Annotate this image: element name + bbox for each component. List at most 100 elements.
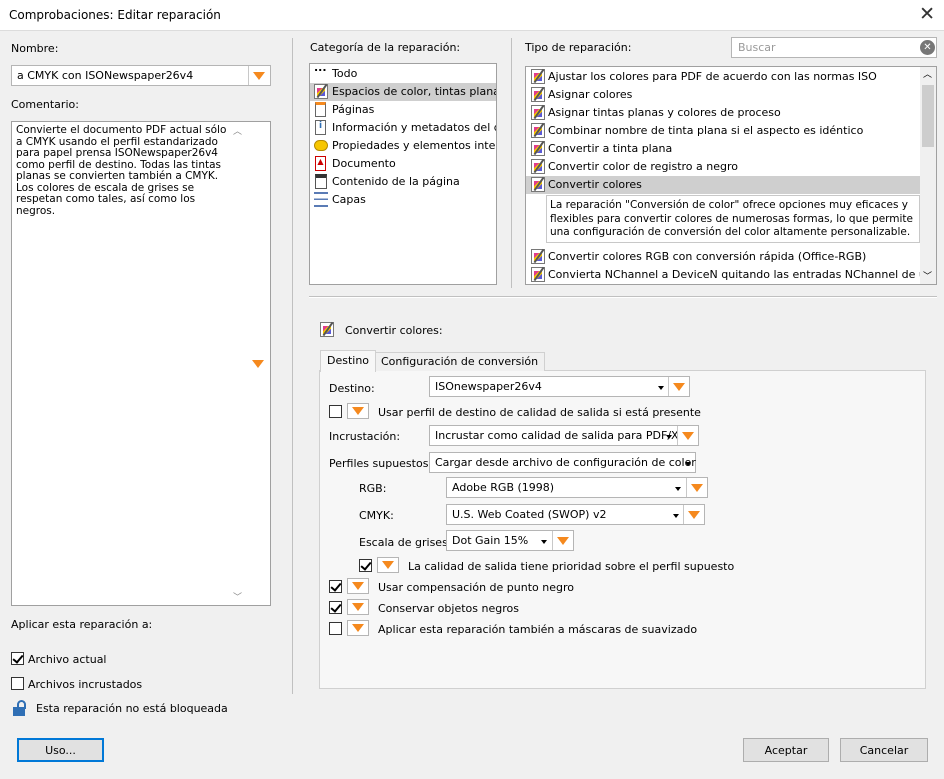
category-label: Categoría de la reparación: <box>310 41 461 54</box>
fixup-wand-icon <box>531 69 545 84</box>
name-combo[interactable]: a CMYK con ISONewspaper26v4 <box>11 65 271 86</box>
fixup-wand-icon <box>531 105 545 120</box>
list-separator <box>511 38 512 288</box>
gray-select[interactable]: Dot Gain 15% <box>446 530 574 551</box>
destination-dropdown-icon[interactable] <box>668 377 688 396</box>
cancel-button[interactable]: Cancelar <box>840 738 928 762</box>
soft-masks-checkbox[interactable] <box>329 622 342 635</box>
name-dropdown-icon[interactable] <box>248 66 268 85</box>
cmyk-select[interactable]: U.S. Web Coated (SWOP) v2 <box>446 504 705 525</box>
current-file-checkbox[interactable] <box>11 652 24 665</box>
tab-conversion-settings[interactable]: Configuración de conversión <box>374 352 546 371</box>
rgb-dropdown-icon[interactable] <box>686 478 706 497</box>
fixup-type-label: Tipo de reparación: <box>525 41 632 54</box>
category-item-properties[interactable]: Propiedades y elementos interactivos <box>310 137 496 155</box>
fixup-wand-icon <box>531 159 545 174</box>
destination-select[interactable]: ISOnewspaper26v4 <box>429 376 690 397</box>
rgb-label: RGB: <box>359 482 387 495</box>
category-item-document[interactable]: ▲ Documento <box>310 155 496 173</box>
comment-label: Comentario: <box>11 98 79 111</box>
category-item-todo[interactable]: ... Todo <box>310 65 496 83</box>
output-priority-label: La calidad de salida tiene prioridad sob… <box>408 560 735 573</box>
fixup-wand-icon <box>531 123 545 138</box>
apply-label: Aplicar esta reparación a: <box>11 618 153 631</box>
cmyk-label: CMYK: <box>359 509 394 522</box>
output-intent-option-button[interactable] <box>347 403 369 419</box>
soft-masks-option-button[interactable] <box>347 620 369 636</box>
scroll-thumb[interactable] <box>922 85 934 147</box>
fixup-wand-icon <box>531 141 545 156</box>
embed-label: Incrustación: <box>329 430 401 443</box>
bpc-checkbox[interactable] <box>329 580 342 593</box>
fixup-item[interactable]: Convertir a tinta plana <box>526 140 920 158</box>
cmyk-dropdown-icon[interactable] <box>683 505 703 524</box>
fixup-wand-icon <box>531 267 545 282</box>
embed-dropdown-icon[interactable] <box>677 426 697 445</box>
fixup-item[interactable]: Asignar tintas planas y colores de proce… <box>526 104 920 122</box>
output-intent-checkbox[interactable] <box>329 405 342 418</box>
name-label: Nombre: <box>11 42 59 55</box>
keep-black-label: Conservar objetos negros <box>378 602 519 615</box>
panel-separator <box>292 38 293 694</box>
scroll-down-icon[interactable]: ﹀ <box>923 269 932 282</box>
pdf-icon: ▲ <box>315 156 326 171</box>
page-icon <box>315 102 326 117</box>
uso-button[interactable]: Uso... <box>17 738 104 762</box>
category-item-color[interactable]: Espacios de color, tintas planas, superp… <box>310 83 496 101</box>
fixup-item[interactable]: Convertir color de registro a negro <box>526 158 920 176</box>
comment-textarea[interactable]: Convierte el documento PDF actual sólo a… <box>11 121 271 606</box>
category-item-pages[interactable]: Páginas <box>310 101 496 119</box>
scroll-down-icon[interactable]: ﹀ <box>233 590 242 603</box>
fixup-wand-icon <box>531 87 545 102</box>
bpc-label: Usar compensación de punto negro <box>378 581 574 594</box>
fixup-wand-icon <box>531 177 545 192</box>
rgb-select[interactable]: Adobe RGB (1998) <box>446 477 708 498</box>
category-item-content[interactable]: Contenido de la página <box>310 173 496 191</box>
window-title: Comprobaciones: Editar reparación <box>9 8 221 22</box>
category-item-info[interactable]: i Información y metadatos del documento <box>310 119 496 137</box>
output-priority-option-button[interactable] <box>377 557 399 573</box>
color-wand-icon <box>314 84 328 99</box>
embedded-files-checkbox[interactable] <box>11 677 24 690</box>
comment-expand-icon[interactable] <box>252 360 264 368</box>
tab-destino[interactable]: Destino <box>320 350 377 372</box>
gray-label: Escala de grises: <box>359 536 452 549</box>
assumed-profiles-select[interactable]: Cargar desde archivo de configuración de… <box>429 452 696 473</box>
comment-scrollbar[interactable]: ︿ ﹀ <box>230 122 246 605</box>
output-priority-checkbox[interactable] <box>359 559 372 572</box>
category-item-layers[interactable]: Capas <box>310 191 496 209</box>
section-separator <box>309 296 937 298</box>
comment-text: Convierte el documento PDF actual sólo a… <box>16 124 227 217</box>
title-bar: Comprobaciones: Editar reparación ✕ <box>0 0 944 31</box>
search-input[interactable]: Buscar ✕ <box>731 37 937 58</box>
clear-search-icon[interactable]: ✕ <box>920 40 935 55</box>
fixup-item[interactable]: Asignar colores <box>526 86 920 104</box>
ok-button[interactable]: Aceptar <box>743 738 829 762</box>
assumed-profiles-label: Perfiles supuestos: <box>329 457 433 470</box>
keep-black-checkbox[interactable] <box>329 601 342 614</box>
content-icon <box>315 174 327 189</box>
lock-status: Esta reparación no está bloqueada <box>36 702 228 715</box>
fixup-item[interactable]: Ajustar los colores para PDF de acuerdo … <box>526 68 920 86</box>
dots-icon: ... <box>314 65 327 74</box>
unlock-icon <box>11 700 27 717</box>
fixup-wand-icon <box>531 249 545 264</box>
search-placeholder: Buscar <box>738 41 776 54</box>
category-list[interactable]: ... Todo Espacios de color, tintas plana… <box>309 63 497 285</box>
scroll-up-icon[interactable]: ︿ <box>923 67 932 80</box>
fixup-type-list[interactable]: Ajustar los colores para PDF de acuerdo … <box>525 66 937 285</box>
fixup-item[interactable]: Convertir colores RGB con conversión ráp… <box>526 248 920 266</box>
scroll-up-icon[interactable]: ︿ <box>233 124 242 137</box>
embed-select[interactable]: Incrustar como calidad de salida para PD… <box>429 425 699 446</box>
soft-masks-label: Aplicar esta reparación también a máscar… <box>378 623 698 636</box>
fixup-item[interactable]: Combinar nombre de tinta plana si el asp… <box>526 122 920 140</box>
fixup-item[interactable]: Convierta NChannel a DeviceN quitando la… <box>526 266 920 284</box>
fixup-scrollbar[interactable]: ︿ ﹀ <box>920 67 936 284</box>
bpc-option-button[interactable] <box>347 578 369 594</box>
fixup-item-selected[interactable]: Convertir colores <box>526 176 920 194</box>
output-intent-label: Usar perfil de destino de calidad de sal… <box>378 406 701 419</box>
close-icon[interactable]: ✕ <box>919 3 935 25</box>
gray-dropdown-icon[interactable] <box>552 531 572 550</box>
keep-black-option-button[interactable] <box>347 599 369 615</box>
fixup-description: La reparación "Conversión de color" ofre… <box>546 195 920 243</box>
